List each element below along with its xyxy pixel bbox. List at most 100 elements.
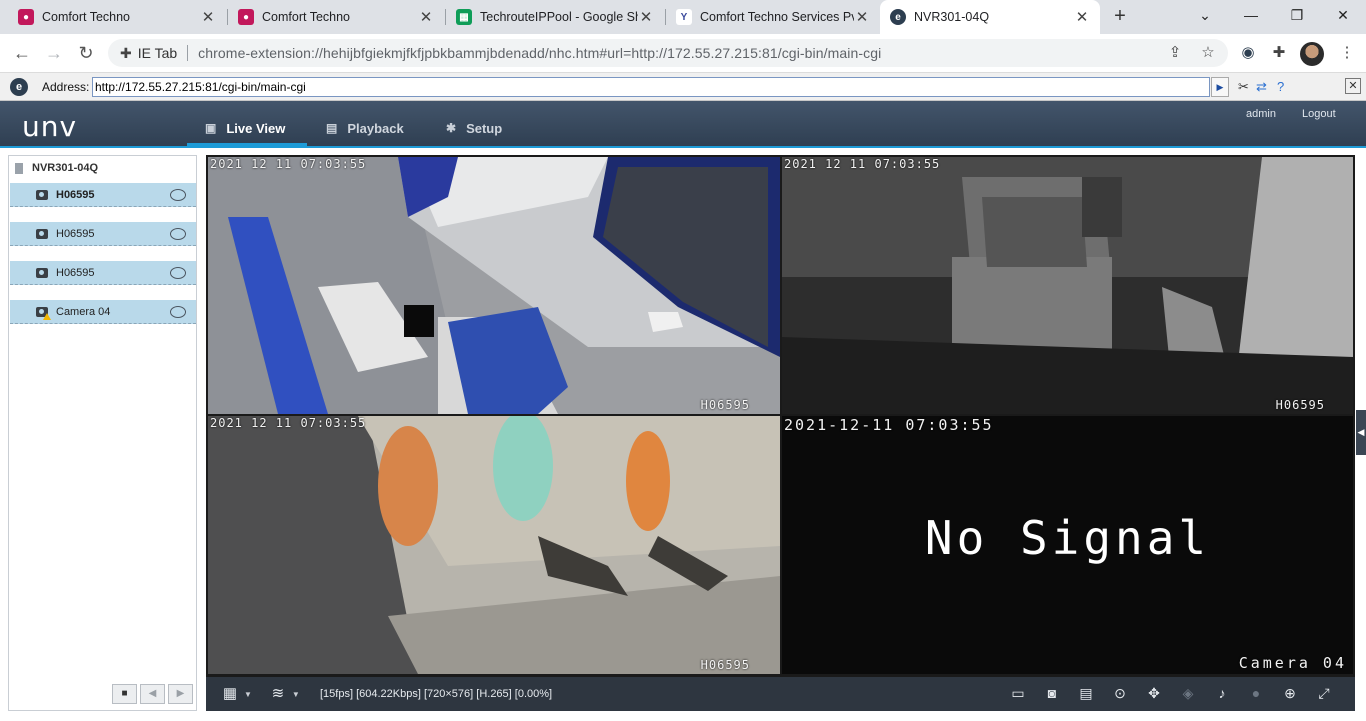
reload-icon[interactable]: ↻ <box>74 41 98 65</box>
browser-tab[interactable]: ● Comfort Techno ✕ <box>8 0 226 34</box>
omnibox-divider <box>187 45 189 61</box>
video-window[interactable]: 2021 12 11 07:03:55 H06595 <box>208 157 780 414</box>
microphone-icon[interactable]: ● <box>1239 683 1273 703</box>
record-status-icon[interactable] <box>170 267 186 279</box>
logout-link[interactable]: Logout <box>1302 108 1336 120</box>
speaker-icon[interactable]: ♪ <box>1205 683 1239 703</box>
minimize-button[interactable]: — <box>1228 0 1274 32</box>
share-icon[interactable]: ⇪ <box>1164 42 1186 64</box>
extensions-puzzle-icon[interactable]: ✚ <box>1268 42 1290 64</box>
stop-all-icon[interactable]: ▭ <box>1001 683 1035 703</box>
nvr-header: unv ▣ Live View ▤ Playback ✱ Setup admin… <box>0 101 1366 148</box>
zoom-in-icon[interactable]: ⊕ <box>1273 683 1307 703</box>
browser-tab[interactable]: Y Comfort Techno Services Pvt ✕ <box>666 0 880 34</box>
camera-icon <box>36 267 48 278</box>
stream-type-icon[interactable]: ≋ <box>264 684 292 704</box>
omnibox-url[interactable]: chrome-extension://hehijbfgiekmjfkfjpbkb… <box>198 45 881 61</box>
favicon-icon: ● <box>18 9 34 25</box>
camera-feed-image <box>782 157 1353 414</box>
nvr-device-icon <box>15 162 23 174</box>
address-input[interactable]: http://172.55.27.215:81/cgi-bin/main-cgi <box>92 77 1210 97</box>
fullscreen-icon[interactable]: ⤢ <box>1307 683 1341 703</box>
tab-search-chevron-icon[interactable]: ⌄ <box>1182 0 1228 32</box>
nav-live-view[interactable]: ▣ Live View <box>205 113 285 143</box>
address-label: Address: <box>42 80 90 94</box>
omnibox[interactable]: ✚ IE Tab chrome-extension://hehijbfgiekm… <box>108 39 1228 67</box>
go-arrow-icon[interactable]: ▶ <box>1211 77 1229 97</box>
video-window[interactable]: 2021-12-11 07:03:55 No Signal Camera 04 <box>782 416 1353 674</box>
sync-icon[interactable]: ⇄ <box>1256 79 1267 95</box>
live-view-grid: 2021 12 11 07:03:55 H06595 2021 12 11 07… <box>206 155 1355 677</box>
record-status-icon[interactable] <box>170 228 186 240</box>
browser-tab[interactable]: ● Comfort Techno ✕ <box>228 0 444 34</box>
record-status-icon[interactable] <box>170 189 186 201</box>
camera-list-panel: NVR301-04Q H06595 H06595 H06595 Camera 0… <box>8 155 197 711</box>
nav-setup[interactable]: ✱ Setup <box>446 113 502 143</box>
new-tab-button[interactable]: + <box>1108 4 1132 28</box>
osd-camera-name: H06595 <box>1275 398 1325 412</box>
camera-name: Camera 04 <box>56 305 111 318</box>
3d-positioning-icon[interactable]: ◈ <box>1171 683 1205 703</box>
back-arrow-icon[interactable]: ← <box>10 41 34 65</box>
user-name: admin <box>1246 108 1276 120</box>
tab-title: NVR301-04Q <box>914 10 990 24</box>
record-clapper-icon[interactable]: ▤ <box>1069 683 1103 703</box>
stream-info: [15fps] [604.22Kbps] [720×576] [H.265] [… <box>320 688 553 700</box>
next-arrow-icon[interactable]: ▶ <box>168 684 193 704</box>
browser-tab-active[interactable]: e NVR301-04Q ✕ <box>880 0 1100 34</box>
camera-item[interactable]: H06595 <box>10 222 196 246</box>
browser-toolbar: ← → ↻ ✚ IE Tab chrome-extension://hehijb… <box>0 34 1366 72</box>
osd-timestamp: 2021 12 11 07:03:55 <box>784 157 941 171</box>
puzzle-icon: ✚ <box>120 44 132 61</box>
browser-tab[interactable]: ▦ TechrouteIPPool - Google Sh ✕ <box>446 0 664 34</box>
film-icon: ▤ <box>326 121 338 135</box>
close-tab-icon[interactable]: ✕ <box>418 8 434 26</box>
close-tab-icon[interactable]: ✕ <box>200 8 216 26</box>
device-node[interactable]: NVR301-04Q <box>15 162 98 174</box>
video-window[interactable]: 2021 12 11 07:03:55 H06595 <box>782 157 1353 414</box>
camera-item[interactable]: H06595 <box>10 261 196 285</box>
restore-button[interactable]: ❐ <box>1274 0 1320 32</box>
record-status-icon[interactable] <box>170 306 186 318</box>
dropdown-caret-icon[interactable]: ▼ <box>292 690 300 699</box>
collapse-panel-arrow-icon[interactable]: ◀ <box>1356 410 1366 455</box>
nav-playback[interactable]: ▤ Playback <box>326 113 404 143</box>
osd-timestamp: 2021 12 11 07:03:55 <box>210 416 367 430</box>
previous-arrow-icon[interactable]: ◀ <box>140 684 165 704</box>
ptz-icon[interactable]: ✥ <box>1137 683 1171 703</box>
layout-controls: ▦ ▼ ≋ ▼ <box>216 684 312 704</box>
profile-avatar[interactable] <box>1300 42 1324 66</box>
nav-label: Playback <box>347 120 404 136</box>
tab-title: Comfort Techno <box>42 10 131 24</box>
forward-arrow-icon[interactable]: → <box>42 41 66 65</box>
close-window-button[interactable]: ✕ <box>1320 0 1366 32</box>
dropdown-caret-icon[interactable]: ▼ <box>244 690 252 699</box>
warning-icon <box>43 313 51 320</box>
tab-title: Comfort Techno Services Pvt <box>700 10 854 24</box>
grid-layout-icon[interactable]: ▦ <box>216 684 244 704</box>
browser-tab-strip: ● Comfort Techno ✕ ● Comfort Techno ✕ ▦ … <box>0 0 1366 34</box>
tools-icon[interactable]: ✂ <box>1238 79 1249 95</box>
close-tab-icon[interactable]: ✕ <box>854 8 870 26</box>
video-window[interactable]: 2021 12 11 07:03:55 H06595 <box>208 416 780 674</box>
digital-zoom-icon[interactable]: ⊙ <box>1103 683 1137 703</box>
stop-icon[interactable]: ■ <box>112 684 137 704</box>
camera-item[interactable]: Camera 04 <box>10 300 196 324</box>
menu-kebab-icon[interactable]: ⋮ <box>1336 42 1358 64</box>
camera-item[interactable]: H06595 <box>10 183 196 207</box>
ie-logo-icon: e <box>10 78 28 96</box>
ietab-extension-icon[interactable]: ◉ <box>1237 42 1259 64</box>
close-ietab-icon[interactable]: ✕ <box>1345 78 1361 94</box>
camera-feed-image <box>208 157 780 414</box>
snapshot-camera-icon[interactable]: ◙ <box>1035 683 1069 703</box>
gear-icon: ✱ <box>446 121 457 135</box>
camera-name: H06595 <box>56 266 95 279</box>
close-tab-icon[interactable]: ✕ <box>638 8 654 26</box>
bookmark-star-icon[interactable]: ☆ <box>1197 42 1219 64</box>
camera-name: H06595 <box>56 188 95 201</box>
tab-title: TechrouteIPPool - Google Sh <box>480 10 638 24</box>
close-tab-icon[interactable]: ✕ <box>1074 8 1090 26</box>
playback-controls: ▭ ◙ ▤ ⊙ ✥ ◈ ♪ ● ⊕ ⤢ <box>1001 683 1341 703</box>
no-signal-message: No Signal <box>924 511 1211 565</box>
help-icon[interactable]: ? <box>1277 79 1284 94</box>
